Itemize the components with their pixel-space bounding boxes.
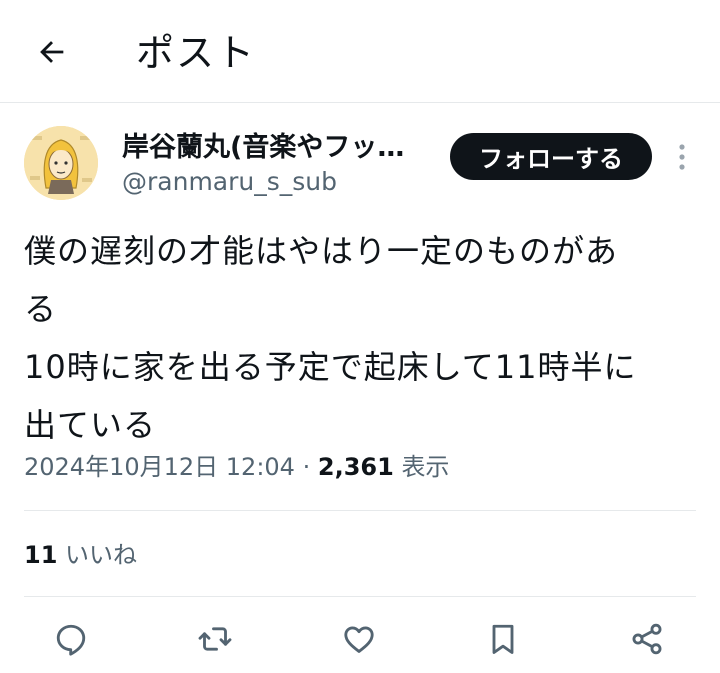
top-bar: ポスト xyxy=(0,0,720,103)
follow-button[interactable]: フォローする xyxy=(450,133,652,180)
repost-button[interactable] xyxy=(190,614,240,664)
bookmark-button[interactable] xyxy=(478,614,528,664)
share-icon xyxy=(632,623,662,655)
back-button[interactable] xyxy=(30,30,74,74)
like-button[interactable] xyxy=(334,614,384,664)
heart-icon xyxy=(344,626,374,653)
share-button[interactable] xyxy=(622,614,672,664)
meta-separator: · xyxy=(302,453,311,481)
likes-count: 11 xyxy=(24,541,58,569)
page-title: ポスト xyxy=(136,31,257,75)
repost-icon xyxy=(198,627,232,651)
bookmark-icon xyxy=(492,624,514,654)
views-count: 2,361 xyxy=(317,453,394,481)
post-meta: 2024年10月12日 12:04 · 2,361 表示 xyxy=(24,450,449,484)
views-label: 表示 xyxy=(401,453,450,481)
divider xyxy=(24,596,696,597)
likes-label: いいね xyxy=(65,541,138,569)
action-bar xyxy=(0,614,720,664)
arrow-left-icon xyxy=(40,41,64,63)
avatar-illustration xyxy=(24,126,98,200)
avatar[interactable] xyxy=(24,126,98,200)
post-text: 僕の遅刻の才能はやはり一定のものがあ る 10時に家を出る予定で起床して11時半… xyxy=(24,232,637,444)
more-button[interactable] xyxy=(668,138,696,176)
reply-icon xyxy=(56,624,86,656)
more-vertical-icon xyxy=(679,144,685,170)
likes-stat[interactable]: 11 いいね xyxy=(24,538,137,572)
post-timestamp[interactable]: 2024年10月12日 12:04 xyxy=(24,453,295,481)
reply-button[interactable] xyxy=(46,614,96,664)
author-name[interactable]: 岸谷蘭丸(音楽やフッ… xyxy=(122,130,432,166)
author-handle[interactable]: @ranmaru_s_sub xyxy=(122,165,337,199)
divider xyxy=(24,510,696,511)
